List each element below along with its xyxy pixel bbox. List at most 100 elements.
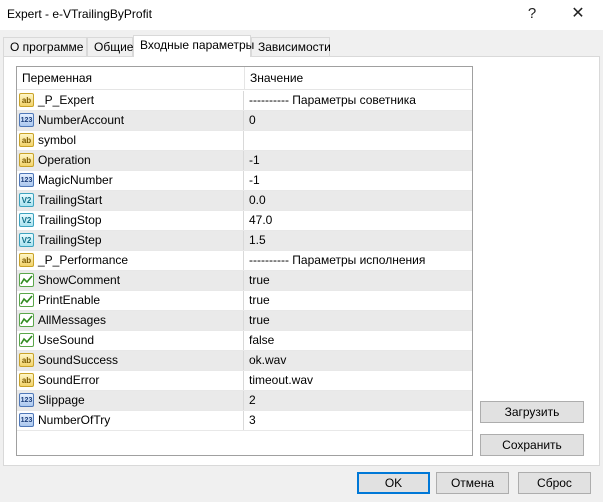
- variable-cell: ab _P_Performance: [17, 251, 244, 270]
- double-type-icon: V2: [19, 213, 34, 227]
- parameter-value[interactable]: 0.0: [249, 191, 266, 210]
- table-row[interactable]: ShowComment true: [17, 271, 472, 291]
- column-header-value[interactable]: Значение: [245, 67, 472, 89]
- parameter-value[interactable]: true: [249, 291, 270, 310]
- parameter-value[interactable]: timeout.wav: [249, 371, 313, 390]
- variable-cell: UseSound: [17, 331, 244, 350]
- parameter-value[interactable]: 0: [249, 111, 256, 130]
- string-type-icon: ab: [19, 253, 34, 267]
- chart-icon: [19, 313, 34, 327]
- title-bar: Expert - e-VTrailingByProfit ? ✕: [0, 0, 603, 30]
- parameter-name: MagicNumber: [38, 173, 113, 187]
- parameter-name: _P_Performance: [38, 253, 129, 267]
- parameters-grid: Переменная Значение ab _P_Expert ---------…: [16, 66, 473, 456]
- table-row[interactable]: UseSound false: [17, 331, 472, 351]
- string-type-icon: ab: [19, 153, 34, 167]
- parameter-name: Slippage: [38, 393, 85, 407]
- table-row[interactable]: V2 TrailingStep 1.5: [17, 231, 472, 251]
- table-row[interactable]: AllMessages true: [17, 311, 472, 331]
- variable-cell: V2 TrailingStep: [17, 231, 244, 250]
- tab-dependencies[interactable]: Зависимости: [251, 37, 331, 56]
- parameter-value[interactable]: ok.wav: [249, 351, 286, 370]
- variable-cell: V2 TrailingStart: [17, 191, 244, 210]
- chart-icon: [19, 333, 34, 347]
- int-type-icon: 123: [19, 113, 34, 127]
- parameter-name: SoundError: [38, 373, 100, 387]
- column-header-variable[interactable]: Переменная: [17, 67, 245, 89]
- double-type-icon: V2: [19, 193, 34, 207]
- table-row[interactable]: 123 Slippage 2: [17, 391, 472, 411]
- load-button[interactable]: Загрузить: [480, 401, 584, 423]
- tab-common[interactable]: Общие: [87, 37, 133, 56]
- string-type-icon: ab: [19, 353, 34, 367]
- variable-cell: 123 NumberOfTry: [17, 411, 244, 430]
- parameter-value[interactable]: ---------- Параметры исполнения: [249, 251, 425, 270]
- save-button[interactable]: Сохранить: [480, 434, 584, 456]
- parameter-name: symbol: [38, 133, 77, 147]
- table-row[interactable]: ab _P_Performance ---------- Параметры исп…: [17, 251, 472, 271]
- string-type-icon: ab: [19, 133, 34, 147]
- parameter-name: NumberAccount: [38, 113, 125, 127]
- variable-cell: ab SoundSuccess: [17, 351, 244, 370]
- parameter-name: PrintEnable: [38, 293, 101, 307]
- tab-about[interactable]: О программе: [3, 37, 87, 56]
- table-row[interactable]: V2 TrailingStop 47.0: [17, 211, 472, 231]
- parameter-value[interactable]: 3: [249, 411, 256, 430]
- variable-cell: ShowComment: [17, 271, 244, 290]
- variable-cell: 123 NumberAccount: [17, 111, 244, 130]
- variable-cell: 123 Slippage: [17, 391, 244, 410]
- variable-cell: ab symbol: [17, 131, 244, 150]
- parameter-name: TrailingStop: [38, 213, 102, 227]
- parameter-value[interactable]: 2: [249, 391, 256, 410]
- table-row[interactable]: V2 TrailingStart 0.0: [17, 191, 472, 211]
- int-type-icon: 123: [19, 413, 34, 427]
- variable-cell: V2 TrailingStop: [17, 211, 244, 230]
- chart-icon: [19, 293, 34, 307]
- parameter-value[interactable]: 47.0: [249, 211, 272, 230]
- parameter-name: AllMessages: [38, 313, 107, 327]
- parameter-name: UseSound: [38, 333, 95, 347]
- close-button[interactable]: ✕: [563, 2, 593, 26]
- variable-cell: ab Operation: [17, 151, 244, 170]
- table-row[interactable]: 123 NumberOfTry 3: [17, 411, 472, 431]
- tab-input-parameters[interactable]: Входные параметры: [133, 35, 254, 57]
- parameter-value[interactable]: -1: [249, 151, 260, 170]
- parameter-name: Operation: [38, 153, 91, 167]
- window-title: Expert - e-VTrailingByProfit: [7, 7, 152, 21]
- chart-icon: [19, 273, 34, 287]
- string-type-icon: ab: [19, 93, 34, 107]
- parameter-name: SoundSuccess: [38, 353, 119, 367]
- parameter-value[interactable]: false: [249, 331, 274, 350]
- table-row[interactable]: ab Operation -1: [17, 151, 472, 171]
- ok-button[interactable]: OK: [357, 472, 430, 494]
- table-row[interactable]: ab _P_Expert ---------- Параметры советник…: [17, 91, 472, 111]
- parameter-name: ShowComment: [38, 273, 121, 287]
- grid-header: Переменная Значение: [17, 67, 472, 90]
- int-type-icon: 123: [19, 393, 34, 407]
- string-type-icon: ab: [19, 373, 34, 387]
- parameter-name: NumberOfTry: [38, 413, 111, 427]
- variable-cell: ab _P_Expert: [17, 91, 244, 110]
- table-row[interactable]: ab symbol: [17, 131, 472, 151]
- reset-button[interactable]: Сброс: [518, 472, 591, 494]
- variable-cell: 123 MagicNumber: [17, 171, 244, 190]
- cancel-button[interactable]: Отмена: [436, 472, 509, 494]
- table-row[interactable]: 123 NumberAccount 0: [17, 111, 472, 131]
- parameter-value[interactable]: true: [249, 271, 270, 290]
- variable-cell: ab SoundError: [17, 371, 244, 390]
- parameter-value[interactable]: ---------- Параметры советника: [249, 91, 416, 110]
- parameter-value[interactable]: -1: [249, 171, 260, 190]
- parameter-value[interactable]: true: [249, 311, 270, 330]
- int-type-icon: 123: [19, 173, 34, 187]
- parameter-value[interactable]: 1.5: [249, 231, 266, 250]
- help-button[interactable]: ?: [517, 2, 547, 26]
- table-row[interactable]: ab SoundError timeout.wav: [17, 371, 472, 391]
- table-row[interactable]: 123 MagicNumber -1: [17, 171, 472, 191]
- double-type-icon: V2: [19, 233, 34, 247]
- table-row[interactable]: PrintEnable true: [17, 291, 472, 311]
- table-row[interactable]: ab SoundSuccess ok.wav: [17, 351, 472, 371]
- parameter-name: TrailingStart: [38, 193, 103, 207]
- variable-cell: AllMessages: [17, 311, 244, 330]
- variable-cell: PrintEnable: [17, 291, 244, 310]
- parameter-name: _P_Expert: [38, 93, 95, 107]
